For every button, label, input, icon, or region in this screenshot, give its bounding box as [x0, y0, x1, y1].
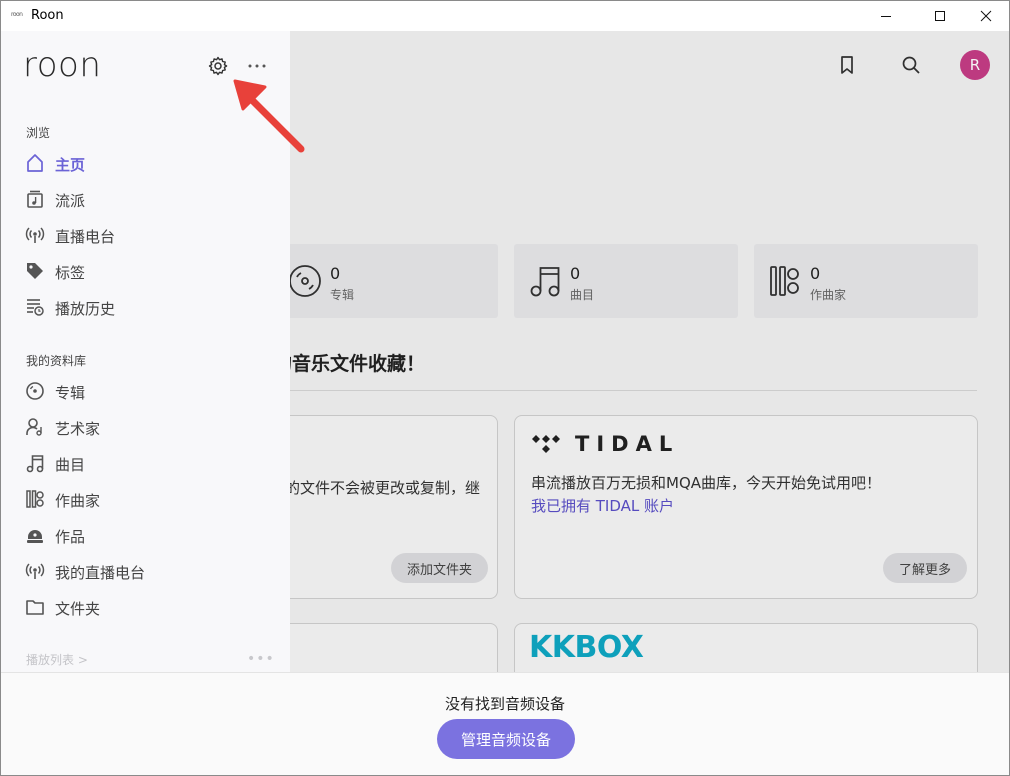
window-title: Roon: [31, 8, 64, 23]
radio-icon: [25, 227, 45, 243]
my-radio-icon: [25, 563, 45, 579]
maximize-button[interactable]: [917, 1, 963, 31]
sidebar-item-tracks[interactable]: 曲目: [1, 446, 290, 480]
no-device-message: 没有找到音频设备: [444, 695, 565, 713]
minimize-icon: [881, 16, 891, 17]
sidebar-item-label: 标签: [55, 264, 86, 282]
roon-window: roon Roon R 0 专辑 0 曲目 0 作曲家 的音乐文件收藏！ 的文件…: [0, 0, 1010, 776]
tag-icon: [27, 263, 43, 279]
track-icon: [26, 455, 44, 473]
sidebar-item-label: 作曲家: [55, 492, 101, 510]
folder-icon: [26, 600, 44, 615]
sidebar-item-artists[interactable]: 艺术家: [1, 410, 290, 444]
sidebar-item-composers[interactable]: 作曲家: [1, 482, 290, 516]
audio-device-bar: 没有找到音频设备 管理音频设备: [1, 672, 1009, 775]
roon-logo: roon: [23, 45, 102, 85]
browse-group-title: 浏览: [26, 126, 51, 140]
sidebar-playlists-header[interactable]: 播放列表 >: [26, 651, 88, 668]
annotation-arrow: [233, 79, 305, 153]
sidebar-item-label: 作品: [55, 528, 86, 546]
sidebar-item-live-radio[interactable]: 直播电台: [1, 218, 290, 252]
title-bar: roon Roon: [1, 1, 1009, 31]
sidebar-item-folders[interactable]: 文件夹: [1, 590, 290, 624]
sidebar-item-label: 播放历史: [55, 300, 116, 318]
sidebar-item-history[interactable]: 播放历史: [1, 290, 290, 324]
sidebar-item-label: 主页: [55, 156, 86, 174]
home-icon: [27, 154, 43, 172]
sidebar-item-compositions[interactable]: 作品: [1, 518, 290, 552]
close-icon: [980, 10, 992, 22]
genre-icon: [27, 190, 43, 208]
artist-icon: [26, 418, 42, 436]
sidebar-item-my-live-radio[interactable]: 我的直播电台: [1, 554, 290, 588]
sidebar-item-label: 曲目: [55, 456, 86, 474]
composer-icon: [26, 490, 44, 508]
sidebar-item-label: 流派: [55, 192, 86, 210]
sidebar-item-label: 我的直播电台: [55, 564, 146, 582]
manage-audio-devices-button[interactable]: 管理音频设备: [437, 719, 575, 759]
sidebar-item-albums[interactable]: 专辑: [1, 374, 290, 408]
playlists-more-icon[interactable]: •••: [247, 651, 275, 667]
sidebar-item-genres[interactable]: 流派: [1, 182, 290, 216]
gear-icon: [208, 56, 228, 76]
app-icon: roon: [11, 11, 23, 18]
composition-icon: [27, 530, 43, 543]
sidebar-item-label: 文件夹: [55, 600, 101, 618]
close-button[interactable]: [963, 1, 1009, 31]
album-icon: [26, 382, 44, 400]
sidebar-item-label: 专辑: [55, 384, 86, 402]
sidebar-item-label: 直播电台: [55, 228, 116, 246]
sidebar-item-label: 艺术家: [55, 420, 101, 438]
history-icon: [27, 299, 44, 316]
maximize-icon: [935, 11, 945, 21]
minimize-button[interactable]: [863, 1, 909, 31]
library-group-title: 我的资料库: [26, 354, 87, 368]
sidebar-item-tags[interactable]: 标签: [1, 254, 290, 288]
